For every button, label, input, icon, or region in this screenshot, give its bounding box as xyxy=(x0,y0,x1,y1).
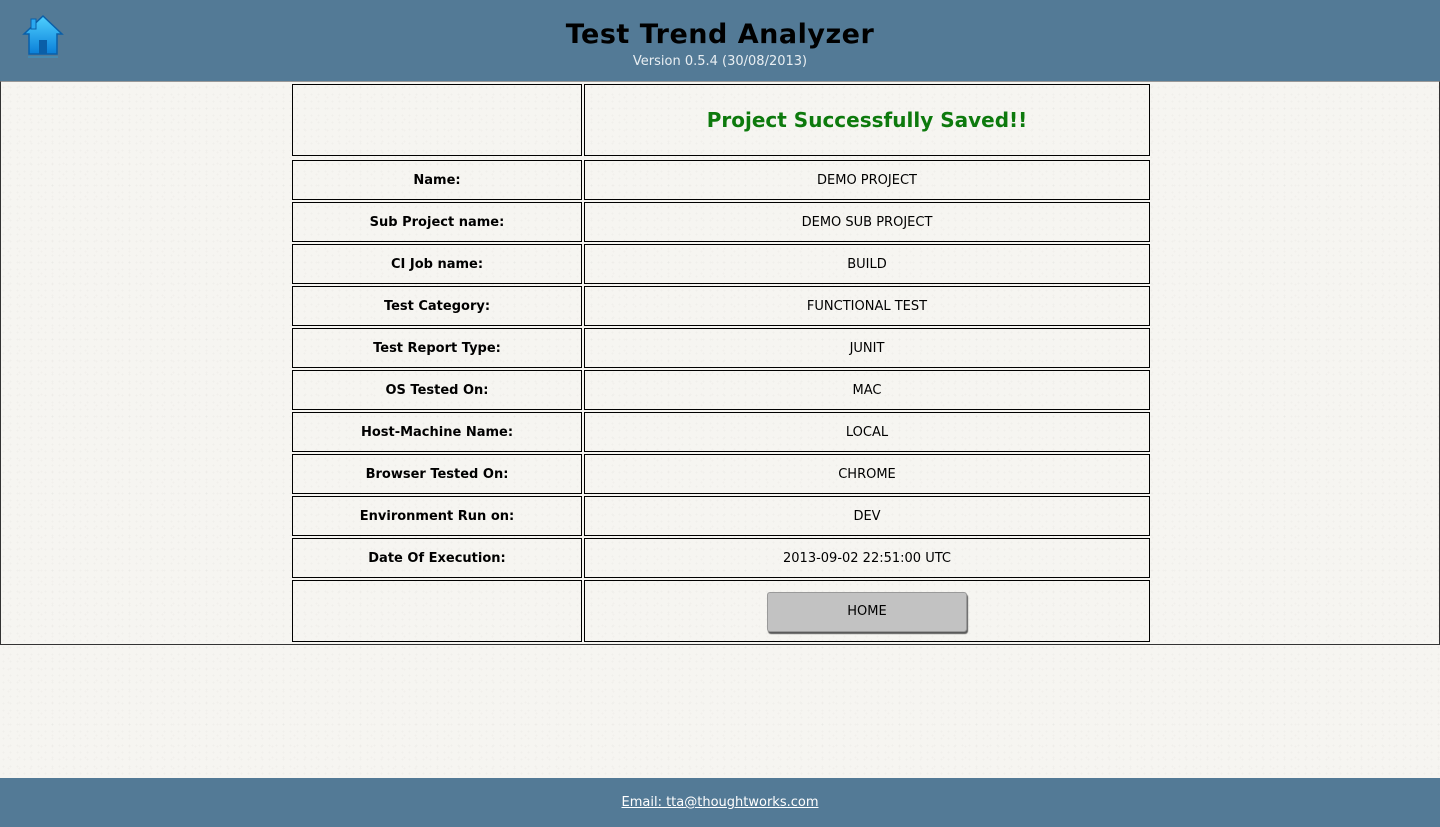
detail-label: Environment Run on: xyxy=(359,508,515,524)
detail-label: OS Tested On: xyxy=(385,382,489,398)
app-footer: Email: tta@thoughtworks.com xyxy=(0,778,1440,827)
detail-label: Date Of Execution: xyxy=(368,550,506,566)
detail-value-cell: FUNCTIONAL TEST xyxy=(584,286,1150,326)
app-title: Test Trend Analyzer xyxy=(565,19,875,50)
home-button[interactable]: HOME xyxy=(767,591,967,632)
status-empty-cell xyxy=(292,84,582,156)
status-message: Project Successfully Saved!! xyxy=(706,108,1028,132)
detail-value-cell: MAC xyxy=(584,370,1150,410)
detail-value: BUILD xyxy=(847,256,887,272)
detail-value-cell: DEMO SUB PROJECT xyxy=(584,202,1150,242)
detail-label-cell: OS Tested On: xyxy=(292,370,582,410)
status-cell: Project Successfully Saved!! xyxy=(584,84,1150,156)
detail-label: Sub Project name: xyxy=(369,214,505,230)
detail-value-cell: JUNIT xyxy=(584,328,1150,368)
detail-value: MAC xyxy=(852,382,882,398)
detail-label-cell: Sub Project name: xyxy=(292,202,582,242)
detail-value: DEV xyxy=(853,508,881,524)
detail-value-cell: BUILD xyxy=(584,244,1150,284)
detail-value-cell: DEMO PROJECT xyxy=(584,160,1150,200)
detail-label-cell: Host-Machine Name: xyxy=(292,412,582,452)
detail-label-cell: Name: xyxy=(292,160,582,200)
detail-value: DEMO SUB PROJECT xyxy=(801,214,933,230)
app-header: Test Trend Analyzer Version 0.5.4 (30/08… xyxy=(0,0,1440,82)
email-link[interactable]: Email: tta@thoughtworks.com xyxy=(622,795,819,810)
detail-label: CI Job name: xyxy=(390,256,484,272)
detail-label-cell: Environment Run on: xyxy=(292,496,582,536)
detail-label-cell: Test Report Type: xyxy=(292,328,582,368)
detail-value-cell: LOCAL xyxy=(584,412,1150,452)
app-version: Version 0.5.4 (30/08/2013) xyxy=(632,54,808,69)
detail-label: Host-Machine Name: xyxy=(360,424,514,440)
detail-label: Name: xyxy=(413,172,461,188)
detail-label: Test Category: xyxy=(383,298,491,314)
detail-label: Test Report Type: xyxy=(373,340,501,356)
action-empty-cell xyxy=(292,580,582,642)
detail-value: JUNIT xyxy=(849,340,885,356)
detail-label-cell: CI Job name: xyxy=(292,244,582,284)
detail-value-cell: CHROME xyxy=(584,454,1150,494)
detail-value: 2013-09-02 22:51:00 UTC xyxy=(783,550,951,566)
main-content: Project Successfully Saved!! Name: DEMO PR… xyxy=(0,81,1440,645)
detail-label: Browser Tested On: xyxy=(365,466,509,482)
detail-value: CHROME xyxy=(838,466,896,482)
detail-label-cell: Date Of Execution: xyxy=(292,538,582,578)
detail-value: LOCAL xyxy=(845,424,889,440)
detail-label-cell: Test Category: xyxy=(292,286,582,326)
detail-value: DEMO PROJECT xyxy=(817,172,917,188)
detail-value: FUNCTIONAL TEST xyxy=(806,298,928,314)
detail-value-cell: 2013-09-02 22:51:00 UTC xyxy=(584,538,1150,578)
action-cell: HOME xyxy=(584,580,1150,642)
detail-label-cell: Browser Tested On: xyxy=(292,454,582,494)
detail-value-cell: DEV xyxy=(584,496,1150,536)
